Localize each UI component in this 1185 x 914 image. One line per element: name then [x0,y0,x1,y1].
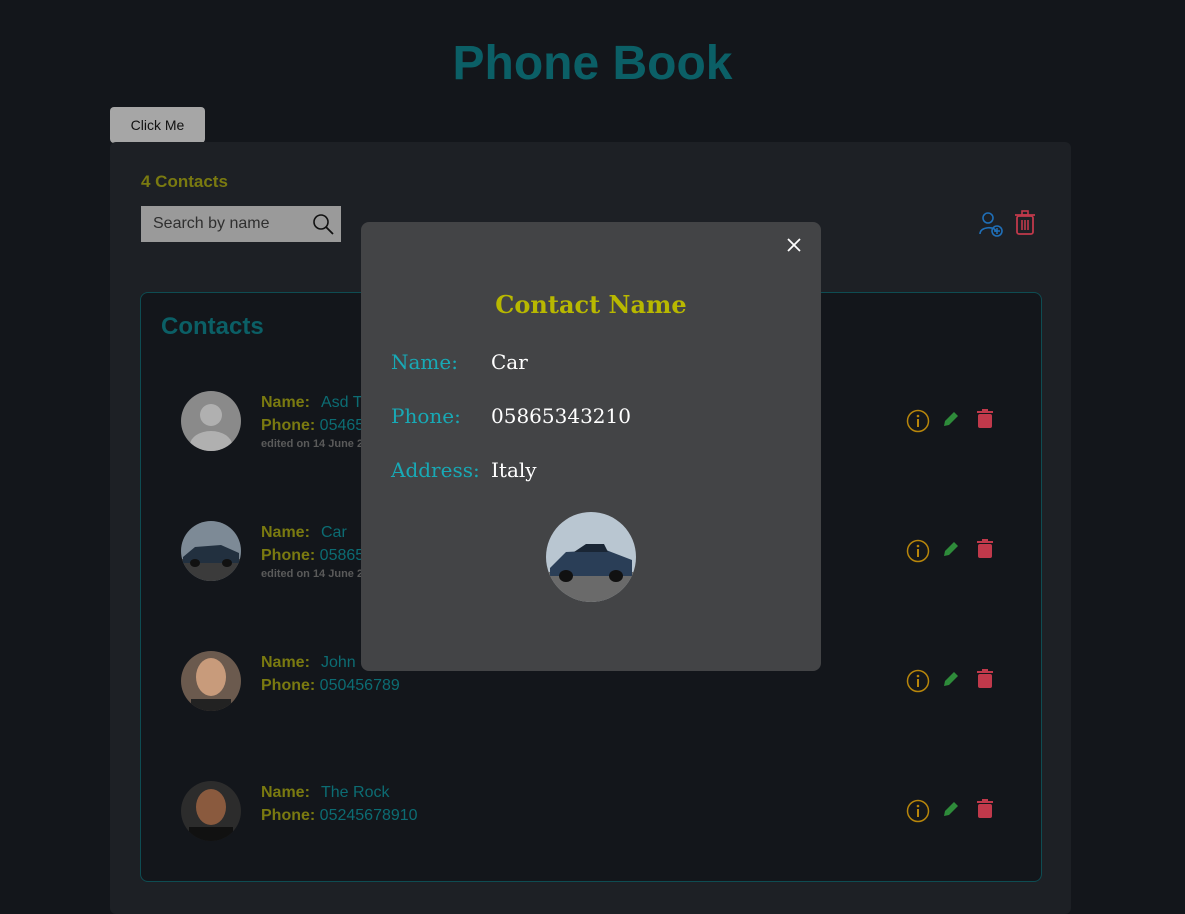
info-icon[interactable] [906,669,941,698]
toolbar-icons [978,210,1036,243]
edited-date: edited on 14 June 2 [261,568,364,580]
row-actions [906,669,1011,698]
contact-phone: 05865 [319,547,365,564]
contact-info: Name: The Rock Phone: 05245678910 [261,781,418,827]
modal-name-value: Car [491,350,528,374]
car-photo [181,521,241,581]
contact-phone: 05245678910 [319,807,418,824]
click-me-button[interactable]: Click Me [110,107,205,143]
name-label: Name: [261,394,310,411]
placeholder-avatar-icon [181,391,241,451]
modal-address-label: Address: [391,458,480,482]
add-user-icon[interactable] [978,210,1004,243]
name-label: Name: [261,524,310,541]
row-actions [906,539,1011,568]
list-item[interactable]: Name: The Rock Phone: 05245678910 [181,781,1001,841]
contact-info: Name: Asd T Phone: 05465 edited on 14 Jun… [261,391,364,451]
page-title: Phone Book [452,37,733,90]
modal-title: Contact Name [495,290,687,319]
edit-icon[interactable] [941,539,976,568]
modal-name-label: Name: [391,350,458,374]
contact-name: Asd T [321,394,363,411]
phone-label: Phone: [261,547,316,564]
phone-label: Phone: [261,417,316,434]
contact-name: The Rock [321,784,390,801]
modal-phone-label: Phone: [391,404,461,428]
contact-details-modal: Contact Name Name: Car Phone: 05865343210 … [361,222,821,671]
modal-address-row: Address: Italy [391,458,537,482]
search-box [141,206,341,242]
edit-icon[interactable] [941,799,976,828]
modal-name-row: Name: Car [391,350,528,374]
contact-phone: 05465 [319,417,365,434]
close-icon[interactable] [785,236,803,259]
row-actions [906,409,1011,438]
contact-info: Name: Car Phone: 05865 edited on 14 June … [261,521,364,581]
info-icon[interactable] [906,539,941,568]
search-icon[interactable] [311,212,335,241]
edit-icon[interactable] [941,409,976,438]
edit-icon[interactable] [941,669,976,698]
modal-address-value: Italy [491,458,537,482]
contact-count: 4 Contacts [141,172,228,191]
delete-icon[interactable] [976,539,1011,568]
edited-date: edited on 14 June 2 [261,438,364,450]
modal-phone-value: 05865343210 [491,404,631,428]
modal-phone-row: Phone: 05865343210 [391,404,631,428]
person-photo [181,651,241,711]
contacts-heading: Contacts [161,313,264,340]
row-actions [906,799,1011,828]
info-icon[interactable] [906,409,941,438]
contact-photo [546,512,636,602]
contact-phone: 050456789 [319,677,400,694]
name-label: Name: [261,654,310,671]
delete-icon[interactable] [976,409,1011,438]
phone-label: Phone: [261,807,316,824]
person-photo [181,781,241,841]
info-icon[interactable] [906,799,941,828]
search-input[interactable] [141,207,313,241]
delete-icon[interactable] [976,669,1011,698]
trash-icon[interactable] [1014,210,1036,243]
contact-name: Car [321,524,347,541]
delete-icon[interactable] [976,799,1011,828]
phone-label: Phone: [261,677,316,694]
name-label: Name: [261,784,310,801]
